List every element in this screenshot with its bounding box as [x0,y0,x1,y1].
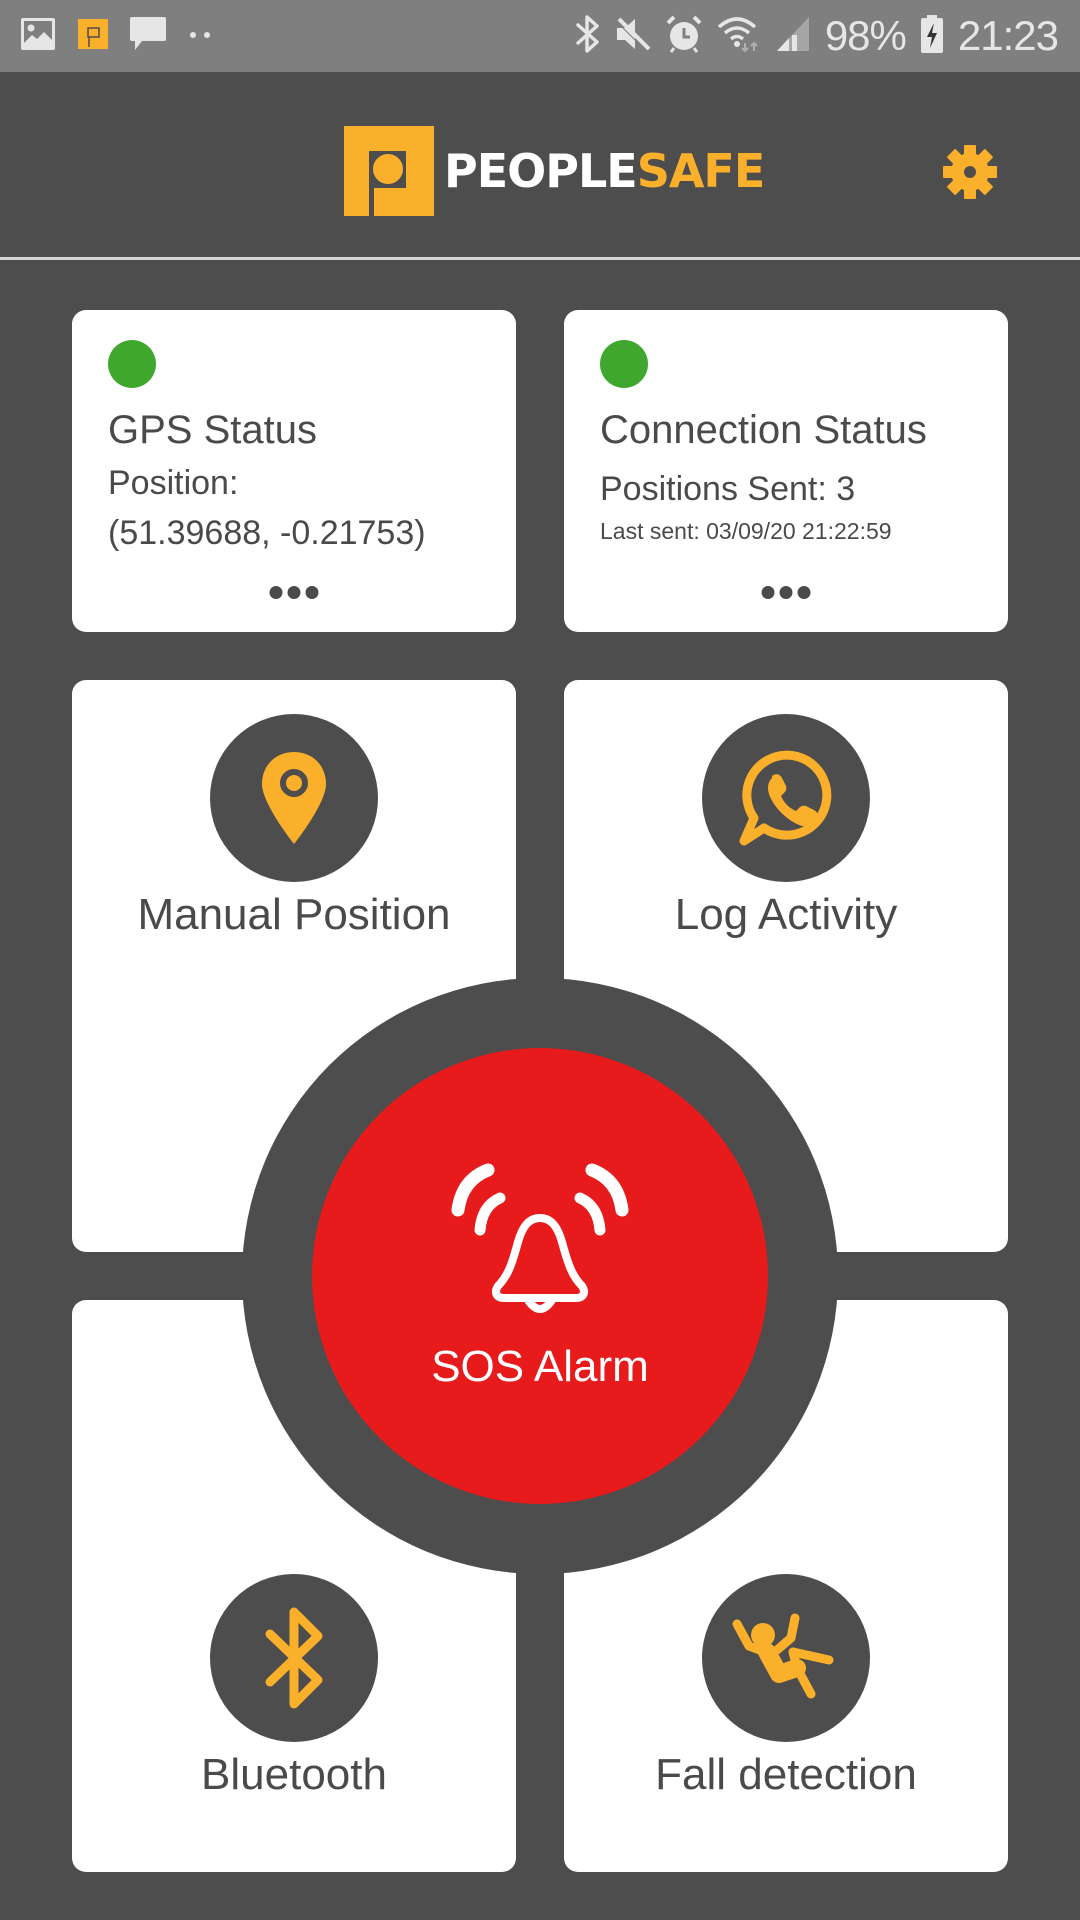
bluetooth-icon [265,1607,323,1709]
sos-alarm-label: SOS Alarm [431,1342,649,1391]
map-pin-icon [262,752,326,844]
alarm-bell-icon [451,1163,629,1313]
logo-text-safe: SAFE [636,144,766,198]
gps-position-value: (51.39688, -0.21753) [108,514,426,552]
header-divider [0,257,1080,260]
bluetooth-icon-circle [210,1574,378,1742]
positions-sent: Positions Sent: 3 [600,470,856,508]
wifi-icon [717,15,761,58]
gps-status-card[interactable]: GPS Status Position: (51.39688, -0.21753… [72,310,516,632]
battery-percent: 98% [824,12,907,59]
connection-status-card[interactable]: Connection Status Positions Sent: 3 Last… [564,310,1008,632]
sos-alarm-button[interactable]: SOS Alarm [312,1048,768,1504]
signal-icon [775,15,811,58]
more-horizontal-icon-dot [269,586,283,599]
fall-detection-icon-circle [702,1574,870,1742]
more-horizontal-icon-dot [305,586,319,599]
log-activity-label: Log Activity [674,890,898,939]
gps-status-title: GPS Status [108,408,317,452]
log-activity-icon-circle [702,714,870,882]
message-icon [130,14,166,59]
gear-icon [943,145,997,199]
fall-person-icon [732,1613,834,1699]
status-bar: 98% 21:23 [0,0,1080,72]
fall-detection-label: Fall detection [655,1750,917,1799]
peoplesafe-logo: PEOPLESAFE [344,126,766,216]
connection-more-button[interactable] [752,582,821,603]
connection-status-title: Connection Status [600,408,927,452]
battery-charging-icon [920,14,944,59]
mute-icon [615,16,651,57]
phone-chat-icon [739,750,832,846]
more-horizontal-icon-dot [779,586,793,599]
more-horizontal-icon-dot [761,586,775,599]
manual-position-icon-circle [210,714,378,882]
gps-status-indicator [108,340,156,388]
peoplesafe-app-icon [78,18,108,54]
clock: 21:23 [957,12,1059,59]
settings-button[interactable] [940,142,1000,202]
logo-text-people: PEOPLE [444,144,638,198]
more-horizontal-icon-dot [287,586,301,599]
last-sent: Last sent: 03/09/20 21:22:59 [600,518,892,544]
system-icons: 98% 21:23 [575,10,1059,62]
more-horizontal-icon-dot [797,586,811,599]
gps-position-label: Position: [108,464,239,502]
peoplesafe-logo-mark-icon [344,126,434,216]
bluetooth-label: Bluetooth [201,1750,387,1799]
manual-position-label: Manual Position [137,890,451,939]
bluetooth-icon [575,14,601,59]
logo-wordmark: PEOPLESAFE [444,144,766,198]
connection-status-indicator [600,340,648,388]
gps-more-button[interactable] [260,582,329,603]
more-notifications-icon [188,27,214,45]
notification-icons [20,14,214,58]
gallery-icon [20,16,56,57]
alarm-icon [665,15,703,58]
